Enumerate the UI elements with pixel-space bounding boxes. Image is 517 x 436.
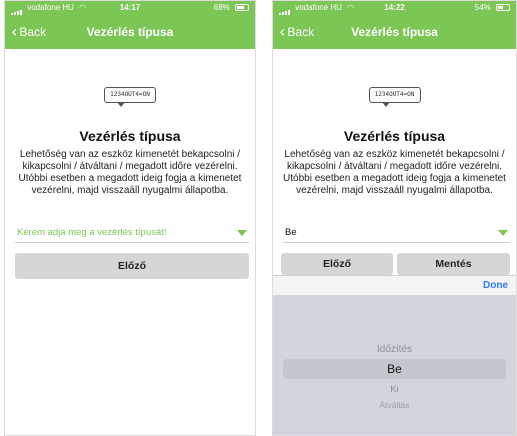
device-command-text: 1234OUT4=ON <box>110 91 150 98</box>
picker-option-timer[interactable]: Időzítés <box>273 344 516 355</box>
battery-percent: 54% <box>474 3 491 12</box>
status-bar: vodafone HU ◠ 14:17 68% <box>5 1 255 15</box>
description-text: Lehetőség van az eszköz kimenetét bekapc… <box>18 149 242 196</box>
status-bar: vodafone HU ◠ 14:22 54% <box>273 1 516 15</box>
dropdown-caret-icon <box>498 230 508 236</box>
previous-button[interactable]: Előző <box>15 253 249 279</box>
nav-title: Vezérlés típusa <box>351 25 438 39</box>
control-type-select[interactable]: Be <box>283 223 510 243</box>
picker-option-toggle[interactable]: Átváltás <box>273 400 516 410</box>
picker-option-on[interactable]: Be <box>273 362 516 376</box>
picker-toolbar: Done <box>273 275 516 296</box>
page-heading: Vezérlés típusa <box>343 128 446 144</box>
nav-title: Vezérlés típusa <box>86 25 174 39</box>
select-value: Be <box>285 227 297 238</box>
select-placeholder: Kérem adja meg a vezérlés típusát! <box>17 227 167 238</box>
done-button[interactable]: Done <box>483 276 508 296</box>
navigation-bar: ‹ Back Vezérlés típusa <box>5 15 255 49</box>
battery-percent: 68% <box>213 3 230 12</box>
phone-screen-left: vodafone HU ◠ 14:17 68% ‹ Back Vezérlés t… <box>4 0 256 436</box>
battery-icon <box>496 4 510 12</box>
previous-button[interactable]: Előző <box>281 253 393 275</box>
device-sms-illustration: 1234OUT4=ON <box>368 87 421 107</box>
picker-option-off[interactable]: Ki <box>273 384 516 395</box>
phone-screen-right: vodafone HU ◠ 14:22 54% ‹ Back Vezérlés t… <box>272 0 517 436</box>
device-sms-illustration: 1234OUT4=ON <box>104 87 156 107</box>
save-button[interactable]: Mentés <box>397 253 510 275</box>
control-type-select[interactable]: Kérem adja meg a vezérlés típusát! <box>15 223 249 243</box>
option-picker-wheel[interactable]: Időzítés Be Ki Átváltás <box>273 295 516 435</box>
page-heading: Vezérlés típusa <box>79 128 181 144</box>
navigation-bar: ‹ Back Vezérlés típusa <box>273 15 516 49</box>
device-command-text: 1234OUT4=ON <box>374 91 415 98</box>
battery-icon <box>235 4 249 12</box>
dropdown-caret-icon <box>237 230 247 236</box>
description-text: Lehetőség van az eszköz kimenetét bekapc… <box>283 149 506 196</box>
